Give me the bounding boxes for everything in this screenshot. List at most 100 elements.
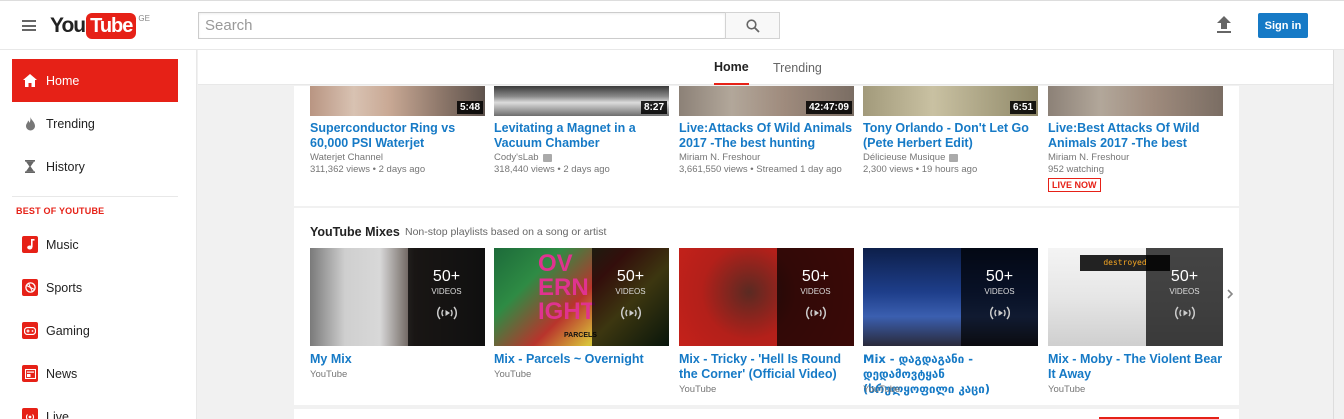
flame-icon (22, 116, 38, 132)
upload-icon[interactable] (1215, 15, 1233, 35)
sidebar-item-sports[interactable]: Sports (12, 266, 178, 309)
broadcast-icon (22, 408, 38, 419)
logo-tube-text: Tube (86, 13, 137, 39)
tab-trending[interactable]: Trending (773, 50, 822, 85)
sidebar-item-music[interactable]: Music (12, 223, 178, 266)
sidebar-item-gaming[interactable]: Gaming (12, 309, 178, 352)
sidebar-divider (12, 196, 178, 197)
mix-title-link[interactable]: Mix - Parcels ~ Overnight (494, 352, 669, 367)
next-shelf (294, 409, 1239, 419)
video-channel-link[interactable]: Miriam N. Freshour (1048, 152, 1129, 163)
newspaper-icon (22, 365, 38, 382)
tab-home[interactable]: Home (714, 50, 749, 85)
search-input[interactable] (198, 12, 725, 39)
sidebar-item-home[interactable]: Home (12, 59, 178, 102)
sidebar-item-label: Gaming (46, 323, 90, 338)
video-channel-link[interactable]: Miriam N. Freshour (679, 152, 760, 163)
search-icon (745, 18, 760, 33)
masthead: You Tube GE Sign in (0, 0, 1344, 50)
hourglass-icon (22, 159, 38, 175)
video-title-link[interactable]: Levitating a Magnet in a Vacuum Chamber (494, 121, 669, 151)
video-meta: 952 watching (1048, 164, 1104, 175)
music-note-icon (22, 236, 38, 253)
sidebar-item-history[interactable]: History (12, 145, 178, 188)
sidebar-item-label: Trending (46, 116, 95, 131)
mix-count: 50+ (1170, 268, 1199, 285)
mix-title-link[interactable]: Mix - Tricky - 'Hell Is Round the Corner… (679, 352, 854, 382)
mix-overlay: 50+ VIDEOS (408, 248, 485, 346)
mix-count: 50+ (985, 268, 1014, 285)
video-thumbnail[interactable]: 8:27 (494, 86, 669, 116)
mix-channel-link[interactable]: YouTube (310, 369, 347, 380)
mix-overlay: 50+ VIDEOS (777, 248, 854, 346)
video-title-link[interactable]: Superconductor Ring vs 60,000 PSI Waterj… (310, 121, 485, 151)
video-thumbnail[interactable] (1048, 86, 1223, 116)
mix-thumbnail[interactable]: 50+ VIDEOS (310, 248, 485, 346)
shelf-subtitle: Non-stop playlists based on a song or ar… (405, 226, 607, 238)
guide-sidebar: Home Trending History BEST OF YOUTUBE Mu… (0, 50, 197, 419)
mix-channel-link[interactable]: YouTube (679, 384, 716, 395)
youtube-logo[interactable]: You Tube GE (50, 13, 150, 39)
mix-count-label: VIDEOS (1169, 287, 1200, 296)
sidebar-item-news[interactable]: News (12, 352, 178, 395)
sidebar-item-label: News (46, 366, 78, 381)
video-channel-link[interactable]: Cody'sLab (494, 152, 552, 163)
mix-count: 50+ (801, 268, 830, 285)
sidebar-item-live[interactable]: Live (12, 395, 178, 419)
logo-you-text: You (50, 14, 86, 37)
feed-tabs: Home Trending (198, 50, 1333, 85)
home-icon (22, 73, 38, 89)
shelf-next-arrow-icon[interactable] (1226, 288, 1234, 300)
mix-count-label: VIDEOS (800, 287, 831, 296)
mix-count: 50+ (432, 268, 461, 285)
shelf-title[interactable]: YouTube Mixes (310, 225, 400, 239)
verified-badge-icon (542, 153, 552, 162)
mix-radio-icon (620, 306, 641, 320)
live-now-badge: LIVE NOW (1048, 178, 1101, 192)
mix-count: 50+ (616, 268, 645, 285)
video-duration: 6:51 (1009, 101, 1036, 114)
sidebar-item-trending[interactable]: Trending (12, 102, 178, 145)
mix-channel-link[interactable]: YouTube (1048, 384, 1085, 395)
verified-badge-icon (949, 153, 959, 162)
search-button[interactable] (725, 12, 780, 39)
channel-name: Miriam N. Freshour (1048, 152, 1130, 163)
mix-title-link[interactable]: Mix - Moby - The Violent Bear It Away (1048, 352, 1223, 382)
sign-in-button[interactable]: Sign in (1258, 13, 1308, 38)
video-title-link[interactable]: Tony Orlando - Don't Let Go (Pete Herber… (863, 121, 1038, 151)
video-meta: 3,661,550 views • Streamed 1 day ago (679, 164, 842, 175)
mix-radio-icon (989, 306, 1010, 320)
best-of-youtube-heading: BEST OF YOUTUBE (16, 206, 105, 216)
mix-thumbnail[interactable]: destroyed 50+ VIDEOS (1048, 248, 1223, 346)
mix-overlay: 50+ VIDEOS (961, 248, 1038, 346)
video-title-link[interactable]: Live:Best Attacks Of Wild Animals 2017 -… (1048, 121, 1223, 151)
video-channel-link[interactable]: Waterjet Channel (310, 152, 383, 163)
mix-overlay: 50+ VIDEOS (1146, 248, 1223, 346)
mix-channel-link[interactable]: YouTube (863, 384, 900, 395)
mix-count-label: VIDEOS (984, 287, 1015, 296)
video-channel-link[interactable]: Délicieuse Musique (863, 152, 959, 163)
video-thumbnail[interactable]: 6:51 (863, 86, 1038, 116)
menu-icon[interactable] (22, 20, 36, 31)
mix-radio-icon (436, 306, 457, 320)
video-title-link[interactable]: Live:Attacks Of Wild Animals 2017 -The b… (679, 121, 854, 151)
mix-channel-link[interactable]: YouTube (494, 369, 531, 380)
video-duration: 8:27 (640, 101, 667, 114)
gamepad-icon (22, 322, 38, 339)
mix-count-label: VIDEOS (431, 287, 462, 296)
thumbnail-overnight-text: OV ERN IGHT (538, 250, 596, 325)
sidebar-item-label: Sports (46, 280, 83, 295)
sidebar-item-label: Music (46, 237, 79, 252)
channel-name: Miriam N. Freshour (679, 152, 761, 163)
mix-thumbnail[interactable]: OV ERN IGHT PARCELS 50+ VIDEOS (494, 248, 669, 346)
mix-count-label: VIDEOS (615, 287, 646, 296)
mix-thumbnail[interactable]: 50+ VIDEOS (679, 248, 854, 346)
sidebar-item-label: Live (46, 409, 69, 419)
video-thumbnail[interactable]: 5:48 (310, 86, 485, 116)
mix-thumbnail[interactable]: 50+ VIDEOS (863, 248, 1038, 346)
channel-name: Cody'sLab (494, 152, 539, 163)
mix-title-link[interactable]: My Mix (310, 352, 485, 367)
sidebar-item-label: History (46, 159, 85, 174)
logo-country-code: GE (138, 14, 150, 23)
video-thumbnail[interactable]: 42:47:09 (679, 86, 854, 116)
